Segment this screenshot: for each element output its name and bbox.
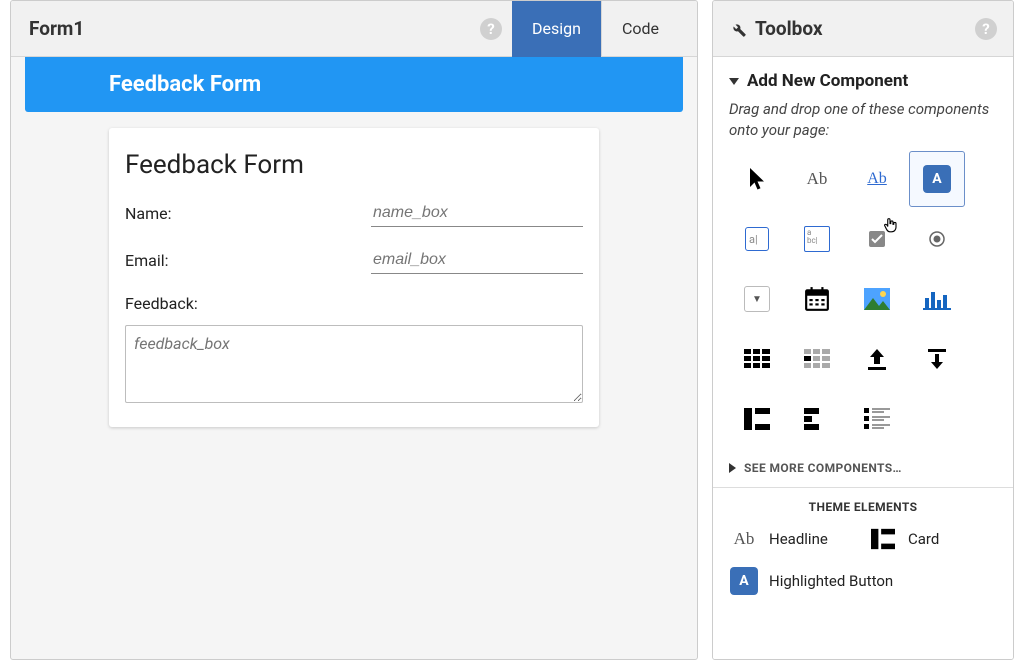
component-grid: Ab Ab A a| abc| ▼ [729, 151, 997, 447]
button-icon[interactable]: A [909, 151, 965, 207]
toolbox-header: Toolbox ? [713, 1, 1013, 57]
name-input[interactable] [371, 200, 583, 227]
toolbox-title: Toolbox [755, 17, 975, 40]
banner-title: Feedback Form [109, 72, 261, 97]
divider [713, 487, 1013, 488]
link-icon[interactable]: Ab [849, 151, 905, 207]
wrench-icon [729, 20, 747, 38]
theme-highlighted-button[interactable]: A Highlighted Button [729, 566, 997, 596]
hand-cursor-icon [881, 215, 905, 239]
see-more-components[interactable]: SEE MORE COMPONENTS… [729, 461, 997, 475]
form-banner[interactable]: Feedback Form [25, 57, 683, 112]
theme-elements-title: THEME ELEMENTS [729, 500, 997, 514]
image-icon[interactable] [849, 271, 905, 327]
radio-icon[interactable] [909, 211, 965, 267]
caret-right-icon [729, 463, 736, 473]
designer-header: Form1 ? Design Code [11, 1, 697, 57]
tab-code[interactable]: Code [601, 1, 679, 57]
theme-card[interactable]: Card [868, 524, 997, 554]
feedback-label[interactable]: Feedback: [125, 294, 583, 313]
label-icon[interactable]: Ab [789, 151, 845, 207]
caret-down-icon [729, 78, 739, 85]
upload-icon[interactable] [849, 331, 905, 387]
tab-design[interactable]: Design [512, 1, 601, 57]
toolbox-help-icon[interactable]: ? [975, 18, 997, 40]
toolbox-panel: Toolbox ? Add New Component Drag and dro… [712, 0, 1014, 660]
textbox-icon[interactable]: a| [729, 211, 785, 267]
checkbox-icon[interactable] [849, 211, 905, 267]
highlighted-button-icon: A [729, 566, 759, 596]
card-icon [868, 524, 898, 554]
chart-icon[interactable] [909, 271, 965, 327]
column-right-icon[interactable] [789, 391, 845, 447]
form-heading[interactable]: Feedback Form [125, 150, 583, 180]
field-row-name: Name: [125, 200, 583, 227]
list-icon[interactable] [849, 391, 905, 447]
field-row-email: Email: [125, 247, 583, 274]
dropdown-icon[interactable]: ▼ [729, 271, 785, 327]
download-bar-icon[interactable] [909, 331, 965, 387]
section-add-component[interactable]: Add New Component [729, 71, 997, 91]
email-input[interactable] [371, 247, 583, 274]
grid-dense-icon[interactable] [729, 331, 785, 387]
grid-light-icon[interactable] [789, 331, 845, 387]
datepicker-icon[interactable] [789, 271, 845, 327]
textarea-icon[interactable]: abc| [789, 211, 845, 267]
email-label[interactable]: Email: [125, 251, 371, 270]
column-left-icon[interactable] [729, 391, 785, 447]
theme-headline[interactable]: Ab Headline [729, 524, 858, 554]
form-card[interactable]: Feedback Form Name: Email: Feedback: [109, 128, 599, 427]
headline-icon: Ab [729, 524, 759, 554]
toolbox-hint: Drag and drop one of these components on… [729, 99, 997, 141]
name-label[interactable]: Name: [125, 204, 371, 223]
toolbox-body: Add New Component Drag and drop one of t… [713, 57, 1013, 659]
form-name: Form1 [29, 17, 84, 40]
cursor-icon[interactable] [729, 151, 785, 207]
design-canvas[interactable]: Feedback Form Feedback Form Name: Email:… [11, 57, 697, 659]
help-icon[interactable]: ? [480, 18, 502, 40]
designer-panel: Form1 ? Design Code Feedback Form Feedba… [10, 0, 698, 660]
feedback-textarea[interactable] [125, 325, 583, 403]
